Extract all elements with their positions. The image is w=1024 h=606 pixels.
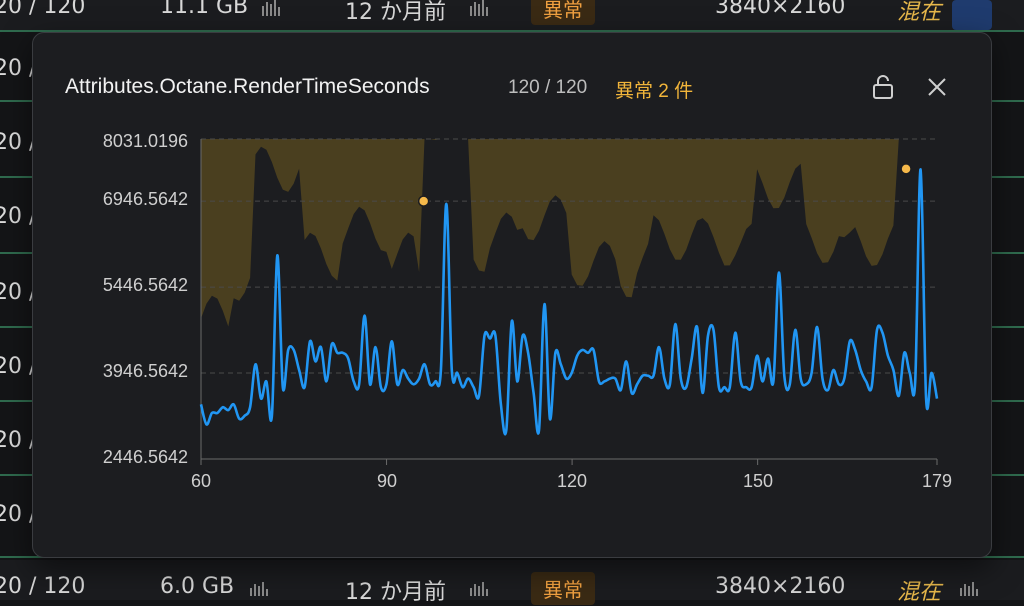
row-count: 20 /	[0, 354, 36, 379]
histogram-icon	[262, 0, 284, 16]
table-row[interactable]: 20 / 120 6.0 GB 12 か月前 異常 3840×2160 混在	[0, 560, 1024, 605]
row-date: 12 か月前	[345, 0, 446, 25]
anomaly-point	[417, 195, 430, 207]
row-count: 20 /	[0, 428, 36, 453]
row-size: 6.0 GB	[160, 574, 235, 599]
line-chart[interactable]	[33, 33, 991, 557]
histogram-icon	[250, 580, 272, 596]
row-resolution: 3840×2160	[715, 0, 846, 19]
status-badge: 異常	[531, 572, 595, 605]
anomaly-point	[900, 163, 912, 175]
row-count: 20 /	[0, 204, 36, 229]
histogram-button[interactable]	[952, 0, 992, 30]
row-count: 20 / 120	[0, 574, 86, 599]
histogram-icon	[960, 580, 982, 596]
row-count: 20 /	[0, 502, 36, 527]
row-size: 11.1 GB	[160, 0, 249, 19]
row-count: 20 /	[0, 280, 36, 305]
status-badge: 異常	[531, 0, 595, 25]
histogram-icon	[470, 580, 492, 596]
row-count: 20 / 120	[0, 0, 86, 19]
histogram-icon	[470, 0, 492, 16]
chart-modal: Attributes.Octane.RenderTimeSeconds 120 …	[32, 32, 992, 558]
row-count: 20 /	[0, 130, 36, 155]
row-date: 12 か月前	[345, 580, 446, 605]
table-row[interactable]: 20 / 120 11.1 GB 12 か月前 異常 3840×2160 混在	[0, 0, 1024, 32]
row-status: 混在	[897, 580, 942, 605]
row-status: 混在	[897, 0, 942, 25]
row-count: 20 /	[0, 56, 36, 81]
row-resolution: 3840×2160	[715, 574, 846, 599]
